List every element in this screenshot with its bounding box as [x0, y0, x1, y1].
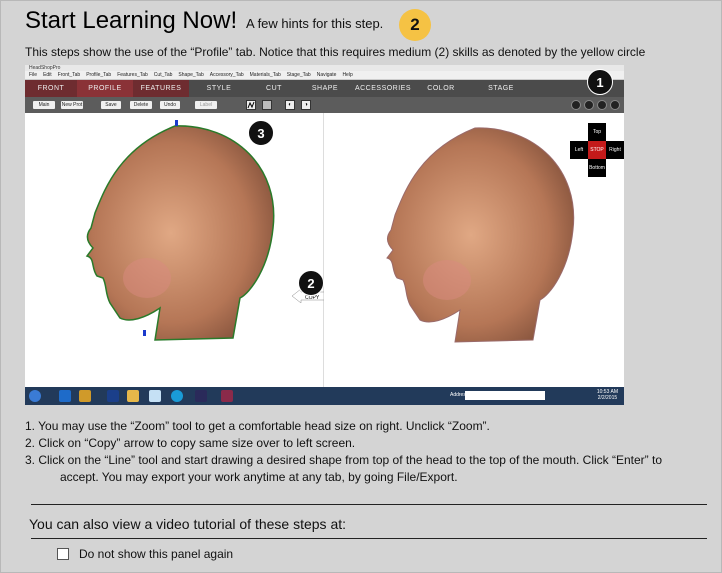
step-2: 2. Click on “Copy” arrow to copy same si…	[25, 436, 356, 450]
dpad-left: Left	[570, 141, 588, 159]
step-marker-2: 2	[298, 270, 324, 296]
folder-icon	[127, 390, 139, 402]
step-3: 3. Click on the “Line” tool and start dr…	[25, 453, 663, 467]
divider-bottom	[31, 538, 707, 539]
ie-icon	[59, 390, 71, 402]
app-icon	[195, 390, 207, 402]
dpad-stop: STOP	[588, 141, 606, 159]
hint-text: A few hints for this step.	[246, 16, 384, 31]
canvas-divider	[323, 113, 324, 387]
pan-hand-icon	[571, 100, 581, 110]
video-tutorial-text: You can also view a video tutorial of th…	[29, 516, 347, 532]
dpad-top: Top	[588, 123, 606, 141]
dont-show-label: Do not show this panel again	[79, 547, 234, 561]
tab-accessories: Accessories	[354, 85, 412, 92]
menu-item: Accessory_Tab	[209, 72, 244, 78]
dpad-right: Right	[606, 141, 624, 159]
direction-pad: Top Left STOP Right Bottom	[570, 123, 624, 177]
menu-item: Cut_Tab	[153, 72, 173, 78]
step-marker-3: 3	[248, 120, 274, 146]
tab-front: Front	[25, 80, 77, 97]
headshop-icon	[221, 390, 233, 402]
tab-color: Color	[427, 85, 455, 92]
right-profile-icon: ◑	[301, 100, 311, 110]
dont-show-row[interactable]: Do not show this panel again	[57, 547, 233, 561]
menu-item: File	[29, 72, 38, 78]
menu-item: Features_Tab	[117, 72, 148, 78]
left-profile-icon: ◐	[285, 100, 295, 110]
start-icon	[29, 390, 41, 402]
menu-item: Materials_Tab	[249, 72, 281, 78]
tab-style: Style	[206, 85, 232, 92]
step-3-continued: accept. You may export your work anytime…	[60, 470, 458, 484]
menu-item: Front_Tab	[57, 72, 81, 78]
toolbar-undo-button: Undo	[160, 101, 180, 109]
menu-item: Navigate	[316, 72, 337, 78]
toolbar-save-button: Save	[101, 101, 121, 109]
toolbar-label-button: Label	[195, 101, 217, 109]
skill-level-badge: 2	[399, 9, 431, 41]
tab-cut: Cut	[266, 85, 282, 92]
steps-list: 1. You may use the “Zoom” tool to get a …	[25, 418, 662, 486]
photoshop-icon	[107, 390, 119, 402]
app-toolbar: Main New Prot Save Delete Undo Label ◐ ◑	[25, 97, 624, 113]
profile-canvas: COPY Top Left STOP Right Bottom	[25, 113, 624, 387]
toolbar-main-button: Main	[33, 101, 55, 109]
right-head-image	[386, 127, 575, 343]
tab-shape: Shape	[311, 85, 339, 92]
toolbar-newprot-button: New Prot	[61, 101, 83, 109]
dont-show-checkbox[interactable]	[57, 548, 69, 560]
fit-icon	[610, 100, 620, 110]
step-marker-1: 1	[587, 69, 613, 95]
app-tabbar: Front Profile Features Style Cut Shape Accesso…	[25, 80, 624, 97]
step-1: 1. You may use the “Zoom” tool to get a …	[25, 419, 490, 433]
divider-top	[31, 504, 707, 505]
address-field	[465, 391, 545, 400]
window-icon	[149, 390, 161, 402]
line-tool-icon	[246, 100, 256, 110]
clock: 10:53 AM 2/2/2015	[597, 389, 618, 401]
media-icon	[79, 390, 91, 402]
hints-panel: Start Learning Now! A few hints for this…	[0, 0, 722, 573]
view-tools	[571, 100, 620, 110]
menu-item: Help	[342, 72, 353, 78]
rotate-icon	[584, 100, 594, 110]
tab-stage: Stage	[488, 85, 514, 92]
intro-text: This steps show the use of the “Profile”…	[25, 45, 646, 59]
toolbar-delete-button: Delete	[130, 101, 152, 109]
menu-item: Shape_Tab	[178, 72, 204, 78]
app-menubar: File Edit Front_Tab Profile_Tab Features_Tab…	[25, 71, 624, 80]
tab-features: Features	[133, 80, 189, 97]
menu-item: Profile_Tab	[86, 72, 112, 78]
zoom-icon	[597, 100, 607, 110]
windows-taskbar: Address 10:53 AM 2/2/2015	[25, 387, 624, 405]
trace-tool-icon	[262, 100, 272, 110]
menu-item: Stage_Tab	[286, 72, 311, 78]
page-title: Start Learning Now!	[25, 7, 238, 34]
app-screenshot: HeadShopPro File Edit Front_Tab Profile_Tab…	[25, 65, 624, 405]
menu-item: Edit	[43, 72, 52, 78]
clock-date: 2/2/2015	[597, 395, 618, 401]
dpad-bottom: Bottom	[588, 159, 606, 177]
left-head-image	[85, 120, 275, 341]
skype-icon	[171, 390, 183, 402]
tab-profile: Profile	[77, 80, 133, 97]
